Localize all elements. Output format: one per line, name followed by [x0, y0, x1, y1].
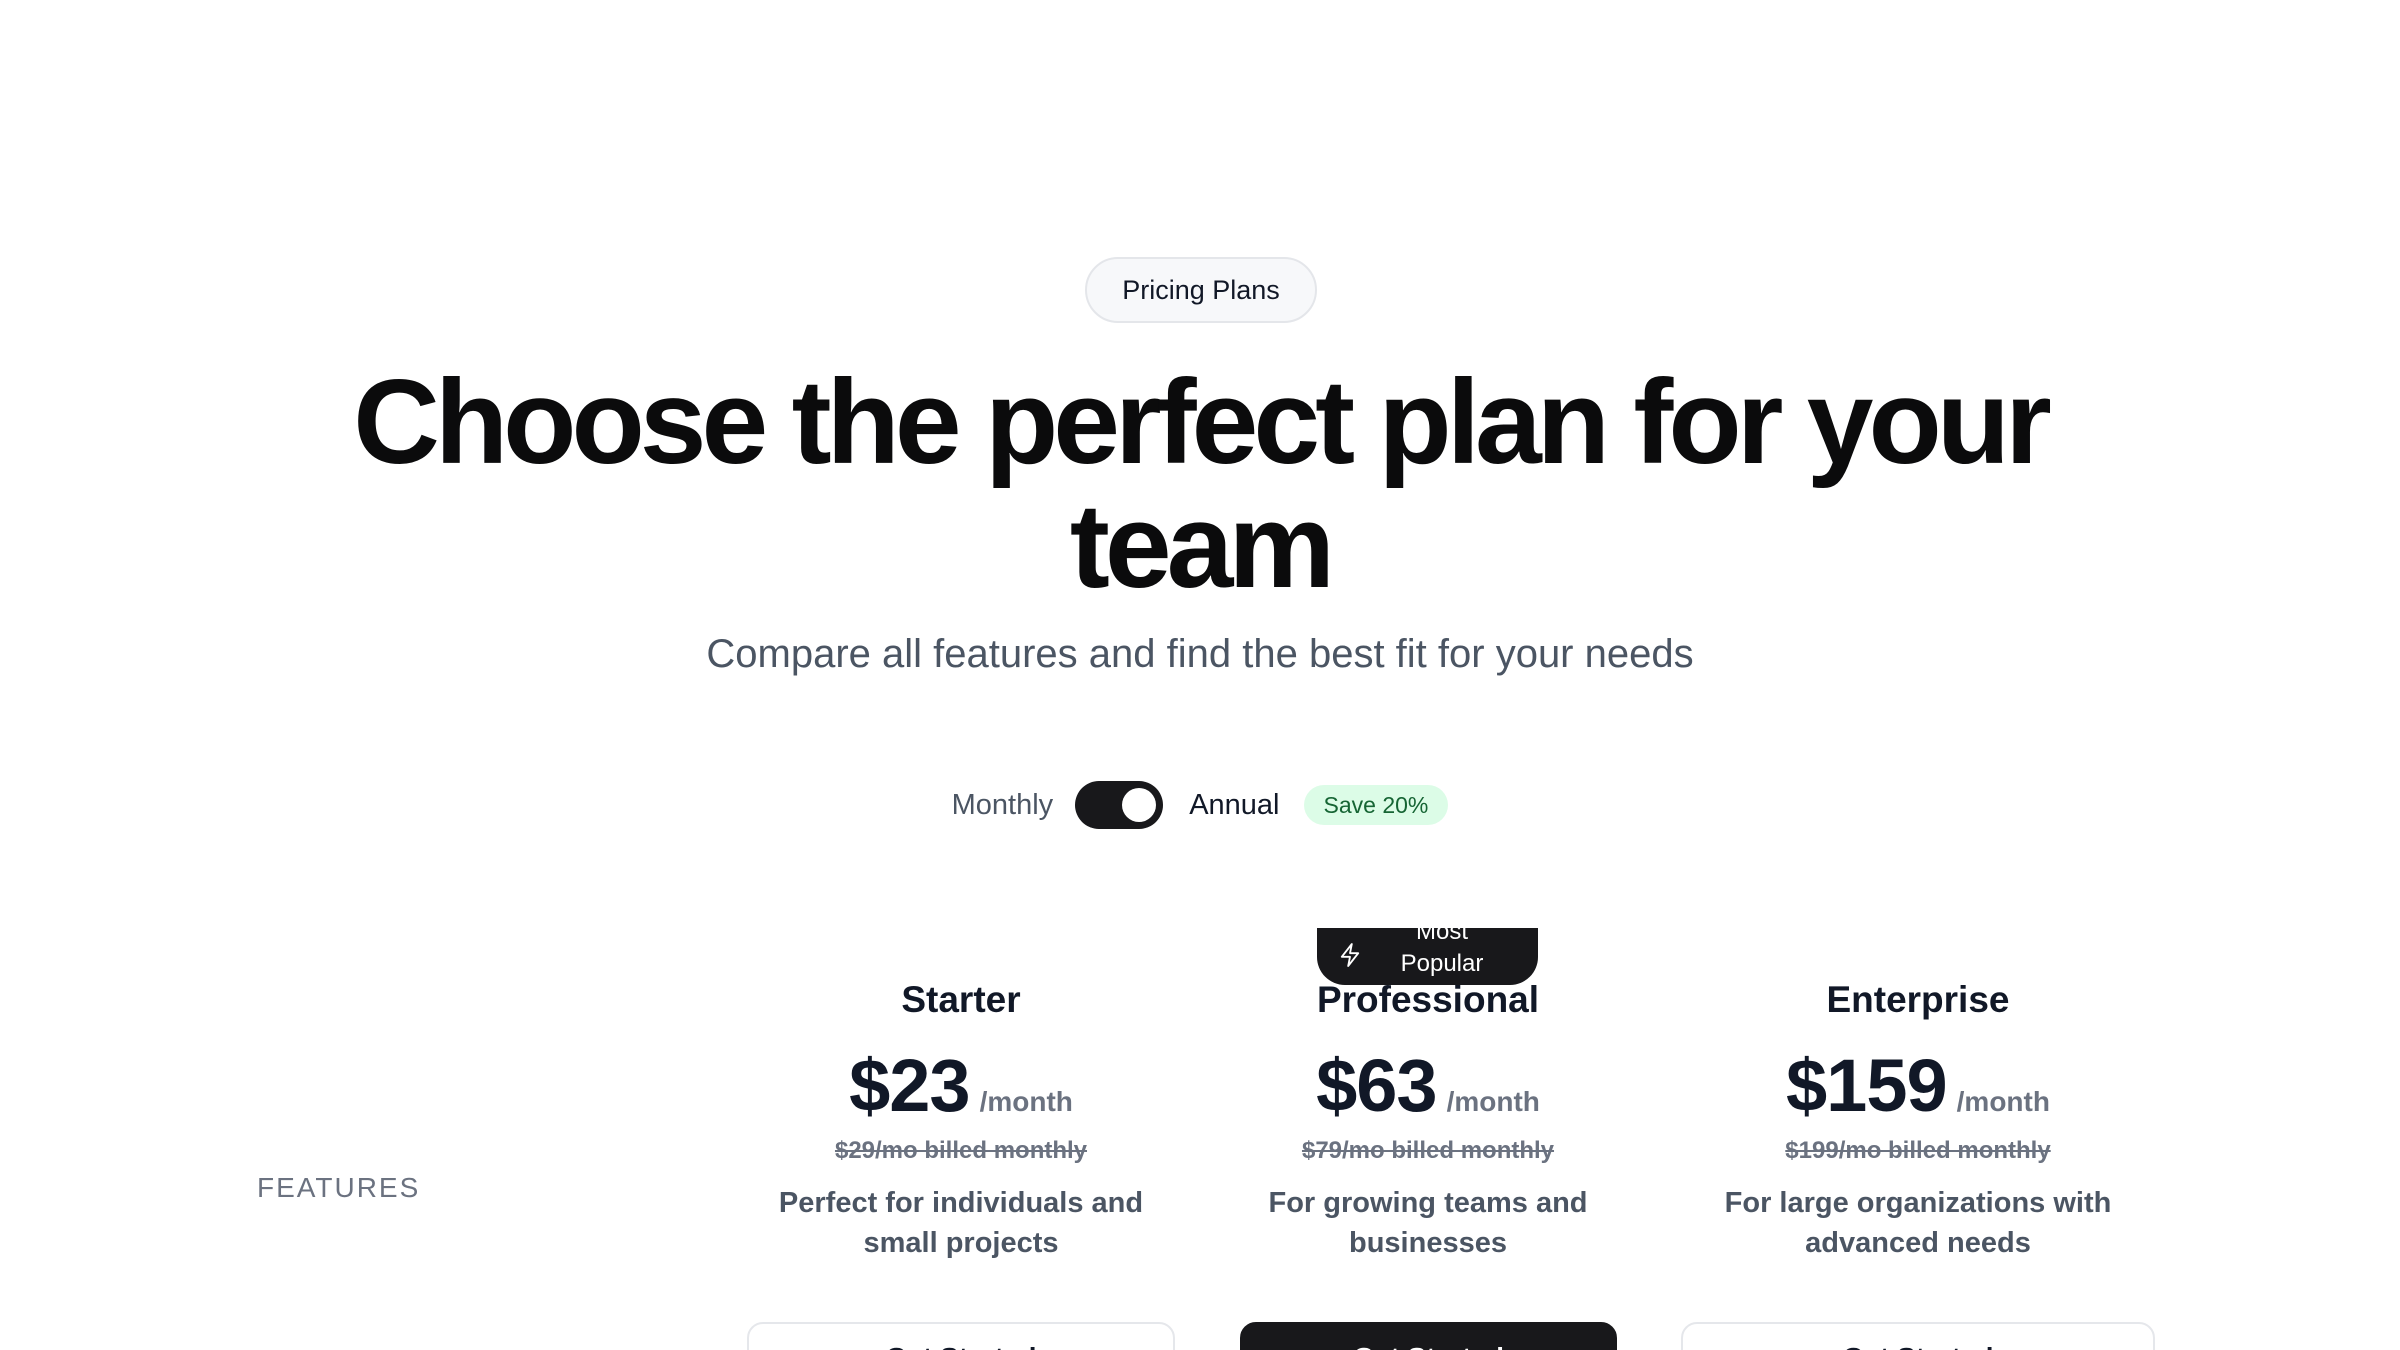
plan-description: For large organizations with advanced ne… [1724, 1187, 2112, 1259]
plan-name: Professional [1316, 979, 1540, 1020]
plan-enterprise: Enterprise $159 /month $199/mo billed mo… [1708, 975, 2128, 1263]
price-period: /month [1446, 1086, 1540, 1117]
plan-name: Starter [901, 979, 1021, 1020]
original-price: $199/mo billed monthly [1785, 1137, 2051, 1164]
price-row: $63 /month [1228, 1043, 1628, 1127]
lightning-icon [1340, 943, 1360, 967]
price-period: /month [979, 1086, 1073, 1117]
plan-name: Enterprise [1826, 979, 2010, 1020]
annual-label[interactable]: Annual [1189, 789, 1279, 822]
plan-description: For growing teams and businesses [1268, 1187, 1588, 1259]
plan-price: $159 [1786, 1044, 1948, 1127]
most-popular-label: Most Popular [1400, 928, 1484, 977]
original-price: $79/mo billed monthly [1301, 1137, 1555, 1164]
monthly-label[interactable]: Monthly [952, 789, 1054, 822]
price-row: $23 /month [761, 1043, 1161, 1127]
billing-period-toggle[interactable] [1075, 781, 1164, 829]
plan-price: $23 [849, 1044, 970, 1127]
original-price: $29/mo billed monthly [834, 1137, 1088, 1164]
price-period: /month [1956, 1086, 2050, 1117]
plan-price: $63 [1316, 1044, 1437, 1127]
pricing-page: Pricing Plans Choose the perfect plan fo… [0, 0, 2400, 1350]
pricing-plans-pill: Pricing Plans [1085, 257, 1317, 323]
professional-get-started-button[interactable]: Get Started [1240, 1322, 1617, 1350]
features-column-header: FEATURES [257, 1172, 421, 1203]
plan-starter: Starter $23 /month $29/mo billed monthly… [761, 975, 1161, 1263]
starter-get-started-button[interactable]: Get Started [747, 1322, 1175, 1350]
save-badge: Save 20% [1303, 785, 1449, 825]
page-subtitle: Compare all features and find the best f… [706, 632, 1694, 676]
plan-professional: Professional $63 /month $79/mo billed mo… [1228, 975, 1628, 1263]
billing-toggle-row: Monthly Annual Save 20% [0, 778, 2400, 832]
price-row: $159 /month [1708, 1043, 2128, 1127]
toggle-knob [1122, 788, 1157, 822]
plan-description: Perfect for individuals and small projec… [778, 1187, 1144, 1259]
page-title: Choose the perfect plan for your team [353, 355, 2052, 613]
enterprise-get-started-button[interactable]: Get Started [1681, 1322, 2155, 1350]
